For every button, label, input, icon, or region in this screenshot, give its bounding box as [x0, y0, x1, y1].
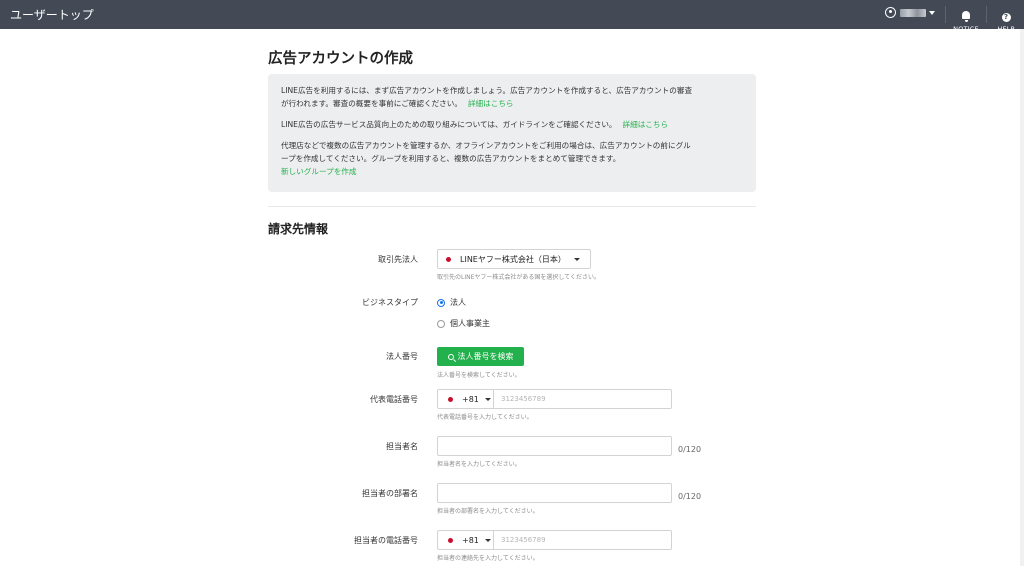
chevron-down-icon	[573, 257, 580, 261]
radio-label: 個人事業主	[450, 319, 490, 328]
info-text: 代理店などで複数の広告アカウントを管理するか、オフラインアカウントをご利用の場合…	[281, 141, 691, 150]
top-bar: ユーザートップ NOTICE ? HELP	[0, 0, 1024, 33]
notice-button[interactable]: NOTICE	[949, 4, 983, 33]
japan-flag-icon	[448, 396, 453, 402]
entity-select[interactable]: LINEヤフー株式会社（日本）	[437, 249, 591, 269]
info-text: LINE広告を利用するには、まず広告アカウントを作成しましょう。広告アカウントを…	[281, 86, 693, 95]
info-box: LINE広告を利用するには、まず広告アカウントを作成しましょう。広告アカウントを…	[268, 74, 756, 192]
chevron-down-icon	[484, 538, 491, 542]
scrollbar[interactable]	[1020, 29, 1024, 566]
topbar-divider	[986, 6, 987, 23]
entity-select-value: LINEヤフー株式会社（日本）	[460, 254, 566, 264]
rep-phone-help: 代表電話番号を入力してください。	[437, 414, 533, 421]
info-text: ープを作成してください。グループを利用すると、複数の広告アカウントをまとめて管理…	[281, 154, 621, 163]
corp-number-help: 法人番号を検索してください。	[437, 372, 521, 379]
japan-flag-icon	[446, 256, 451, 262]
rep-phone-group: +81	[437, 389, 672, 409]
page-title: 広告アカウントの作成	[268, 51, 413, 67]
search-button-label: 法人番号を検索	[457, 352, 514, 361]
contact-name-help: 担当者名を入力してください。	[437, 461, 521, 468]
user-top-link[interactable]: ユーザートップ	[10, 6, 94, 23]
search-icon	[447, 353, 454, 360]
search-corp-number-button[interactable]: 法人番号を検索	[437, 347, 524, 366]
contact-name-counter: 0/120	[678, 445, 702, 454]
info-text: LINE広告の広告サービス品質向上のための取り組みについては、ガイドラインをご確…	[281, 120, 617, 129]
entity-help: 取引先のLINEヤフー株式会社がある国を選択してください。	[437, 274, 601, 281]
chevron-down-icon	[484, 397, 491, 401]
japan-flag-icon	[448, 537, 453, 543]
help-button[interactable]: ? HELP	[989, 4, 1023, 33]
contact-name-label: 担当者名	[386, 442, 418, 451]
entity-label: 取引先法人	[378, 255, 418, 264]
account-name-redacted	[900, 8, 926, 17]
contact-dept-input[interactable]	[437, 483, 672, 503]
notice-label: NOTICE	[953, 25, 979, 33]
info-text: が行われます。審査の概要を事前にご確認ください。	[281, 99, 462, 108]
radio-checked-icon	[437, 298, 445, 307]
help-label: HELP	[997, 25, 1015, 33]
contact-dept-help: 担当者の部署名を入力してください。	[437, 508, 539, 515]
business-type-corporation-radio[interactable]: 法人	[437, 297, 466, 308]
review-details-link[interactable]: 詳細はこちら	[468, 99, 514, 108]
user-avatar-icon	[885, 7, 896, 18]
section-divider	[268, 206, 756, 207]
bell-icon	[962, 11, 970, 22]
topbar-divider	[945, 6, 946, 23]
help-icon: ?	[1001, 13, 1011, 22]
guideline-details-link[interactable]: 詳細はこちら	[623, 120, 669, 129]
business-type-sole-proprietor-radio[interactable]: 個人事業主	[437, 318, 490, 329]
contact-dept-counter: 0/120	[678, 492, 702, 501]
contact-dept-label: 担当者の部署名	[362, 489, 418, 498]
chevron-down-icon	[929, 10, 935, 15]
contact-phone-input[interactable]	[494, 530, 672, 550]
section-title: 請求先情報	[268, 222, 329, 236]
account-menu[interactable]	[885, 7, 935, 18]
rep-phone-label: 代表電話番号	[370, 395, 418, 404]
rep-phone-country-select[interactable]: +81	[437, 389, 494, 409]
radio-label: 法人	[450, 298, 466, 307]
corp-number-label: 法人番号	[386, 352, 418, 361]
contact-phone-group: +81	[437, 530, 672, 550]
contact-phone-help: 担当者の連絡先を入力してください。	[437, 555, 539, 562]
country-code: +81	[462, 535, 479, 545]
create-group-link[interactable]: 新しいグループを作成	[281, 167, 356, 176]
contact-name-input[interactable]	[437, 436, 672, 456]
country-code: +81	[462, 394, 479, 404]
contact-phone-country-select[interactable]: +81	[437, 530, 494, 550]
radio-unchecked-icon	[437, 319, 445, 328]
contact-phone-label: 担当者の電話番号	[354, 536, 418, 545]
business-type-label: ビジネスタイプ	[362, 298, 418, 307]
rep-phone-input[interactable]	[494, 389, 672, 409]
